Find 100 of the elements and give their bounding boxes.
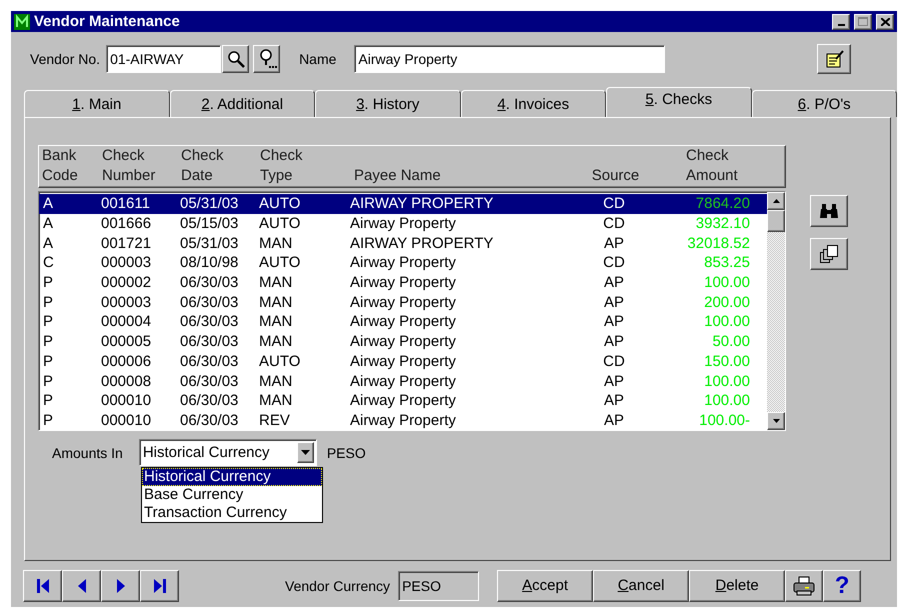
table-cell-text: 100.00 — [703, 312, 750, 332]
vendor-currency-field[interactable]: PESO — [398, 570, 480, 600]
table-cell-text: AUTO — [258, 194, 302, 214]
binoculars-icon — [819, 203, 839, 219]
table-cell-text: 001611 — [100, 194, 151, 214]
copy-button[interactable] — [810, 238, 848, 270]
table-cell-text: 06/30/03 — [179, 312, 240, 332]
tab[interactable]: 6. P/O's — [752, 90, 897, 117]
table-cell-text: P — [42, 352, 54, 371]
table-row[interactable]: A 001611 05/31/03 AUTO AIRWAY PROPERTY CD 7864.20 — [39, 194, 767, 214]
tab[interactable]: 2. Additional — [170, 90, 315, 117]
table-row[interactable]: P 000004 06/30/03 MAN Airway Property AP 100.00 — [39, 312, 767, 332]
table-cell-text: P — [42, 292, 54, 312]
name-field[interactable]: Airway Property — [354, 45, 666, 73]
lookup-button[interactable] — [253, 45, 280, 73]
table-cell-text: 3932.10 — [694, 214, 750, 234]
table-row[interactable]: P 000010 06/30/03 MAN Airway Property AP 100.00 — [39, 390, 767, 411]
column-header: Source — [590, 166, 640, 186]
table-cell-text: AP — [602, 372, 625, 391]
currency-dropdown[interactable]: Historical Currency — [138, 439, 317, 466]
command-button[interactable]: Cancel — [593, 570, 690, 602]
first-record-button[interactable] — [23, 570, 62, 602]
scroll-thumb[interactable] — [767, 210, 785, 232]
table-cell-text: 000008 — [100, 372, 152, 391]
binoculars-button[interactable] — [810, 195, 848, 227]
table-row[interactable]: A 001666 05/15/03 AUTO Airway Property CD 3932.10 — [39, 214, 767, 234]
table-cell-text: 200.00 — [703, 292, 750, 312]
minimize-button[interactable] — [832, 14, 850, 30]
command-button[interactable]: Accept — [497, 570, 594, 602]
vendor-no-field[interactable]: 01-AIRWAY — [106, 45, 222, 73]
help-button[interactable]: ? — [823, 570, 862, 602]
table-cell-text: 150.00 — [703, 352, 750, 371]
next-icon — [116, 578, 124, 592]
table-row[interactable]: P 000010 06/30/03 REV Airway Property AP 100.00- — [39, 410, 767, 430]
table-cell-text: 100.00 — [703, 372, 750, 391]
table-row[interactable]: C 000003 08/10/98 AUTO Airway Property CD 853.25 — [39, 253, 767, 273]
table-row[interactable]: A 001721 05/31/03 MAN AIRWAY PROPERTY AP 32018.52 — [39, 233, 767, 254]
print-button[interactable] — [785, 570, 824, 602]
table-cell-text: CD — [602, 214, 626, 234]
next-record-button[interactable] — [101, 570, 140, 602]
table-cell-text: CD — [602, 352, 626, 371]
table-cell-text: 05/31/03 — [179, 234, 240, 253]
table-cell-text: CD — [602, 253, 626, 272]
caret-icon — [300, 450, 310, 455]
last-record-button[interactable] — [140, 570, 179, 602]
table-cell-text: MAN — [258, 312, 294, 332]
dropdown-button[interactable] — [296, 442, 314, 463]
table-row[interactable]: P 000006 06/30/03 AUTO Airway Property CD 150.00 — [39, 352, 767, 372]
copy-icon — [819, 244, 839, 264]
column-header: Check Type — [259, 146, 304, 186]
first-icon — [36, 578, 48, 592]
column-header: Check Number — [101, 146, 156, 186]
table-cell-text: Airway Property — [349, 292, 457, 312]
table-row[interactable]: P 000005 06/30/03 MAN Airway Property AP 50.00 — [39, 332, 767, 352]
table-cell-text: 000004 — [100, 312, 152, 332]
app-icon — [14, 14, 30, 30]
column-header: Check Date — [180, 146, 225, 186]
search-button[interactable] — [222, 45, 250, 73]
table-cell-text: 7864.20 — [694, 194, 750, 214]
table-cell-text: MAN — [258, 372, 294, 391]
amounts-in-label: Amounts In — [52, 444, 123, 460]
table-cell-text: C — [42, 253, 55, 272]
dropdown-option[interactable]: Historical Currency — [142, 468, 322, 486]
table-cell-text: 06/30/03 — [179, 292, 240, 312]
notes-button[interactable] — [817, 44, 852, 74]
table-cell-text: 06/30/03 — [179, 352, 240, 371]
table-cell-text: MAN — [258, 273, 294, 292]
table-cell-text: 853.25 — [703, 253, 750, 272]
scroll-up-button[interactable] — [767, 192, 785, 210]
table-row[interactable]: P 000008 06/30/03 MAN Airway Property AP 100.00 — [39, 371, 767, 391]
tab[interactable]: 4. Invoices — [460, 90, 606, 117]
table-cell-text: 001666 — [100, 214, 152, 234]
table-cell-text: 001721 — [100, 234, 152, 253]
maximize-button[interactable] — [854, 14, 872, 30]
table-cell-text: MAN — [258, 234, 294, 253]
table-cell-text: AIRWAY PROPERTY — [349, 194, 494, 214]
close-button[interactable] — [876, 14, 894, 30]
scrollbar[interactable] — [767, 192, 785, 430]
table-row[interactable]: P 000002 06/30/03 MAN Airway Property AP 100.00 — [39, 272, 767, 292]
command-button[interactable]: Delete — [689, 570, 786, 602]
previous-record-button[interactable] — [62, 570, 101, 602]
table-cell-text: REV — [258, 410, 291, 430]
vendor-currency-label: Vendor Currency — [285, 578, 390, 594]
table-cell-text: 50.00 — [711, 332, 750, 352]
table-row[interactable]: P 000003 06/30/03 MAN Airway Property AP 200.00 — [39, 292, 767, 312]
scroll-down-button[interactable] — [767, 412, 785, 430]
tab[interactable]: 1. Main — [24, 90, 170, 117]
table-cell-text: P — [42, 273, 54, 292]
table-cell-text: A — [42, 234, 54, 253]
table-cell-text: 08/10/98 — [179, 253, 240, 272]
table-cell-text: 000006 — [100, 352, 152, 371]
tab[interactable]: 5. Checks — [606, 87, 752, 117]
table-cell-text: 06/30/03 — [179, 372, 240, 391]
table-cell-text: P — [42, 332, 54, 352]
tab[interactable]: 3. History — [315, 90, 460, 117]
table-cell-text: 000003 — [100, 292, 152, 312]
table-cell-text: MAN — [258, 292, 294, 312]
table-cell-text: 000005 — [100, 332, 152, 352]
table-cell-text: P — [42, 372, 54, 391]
vendor-no-label: Vendor No. — [30, 51, 100, 67]
